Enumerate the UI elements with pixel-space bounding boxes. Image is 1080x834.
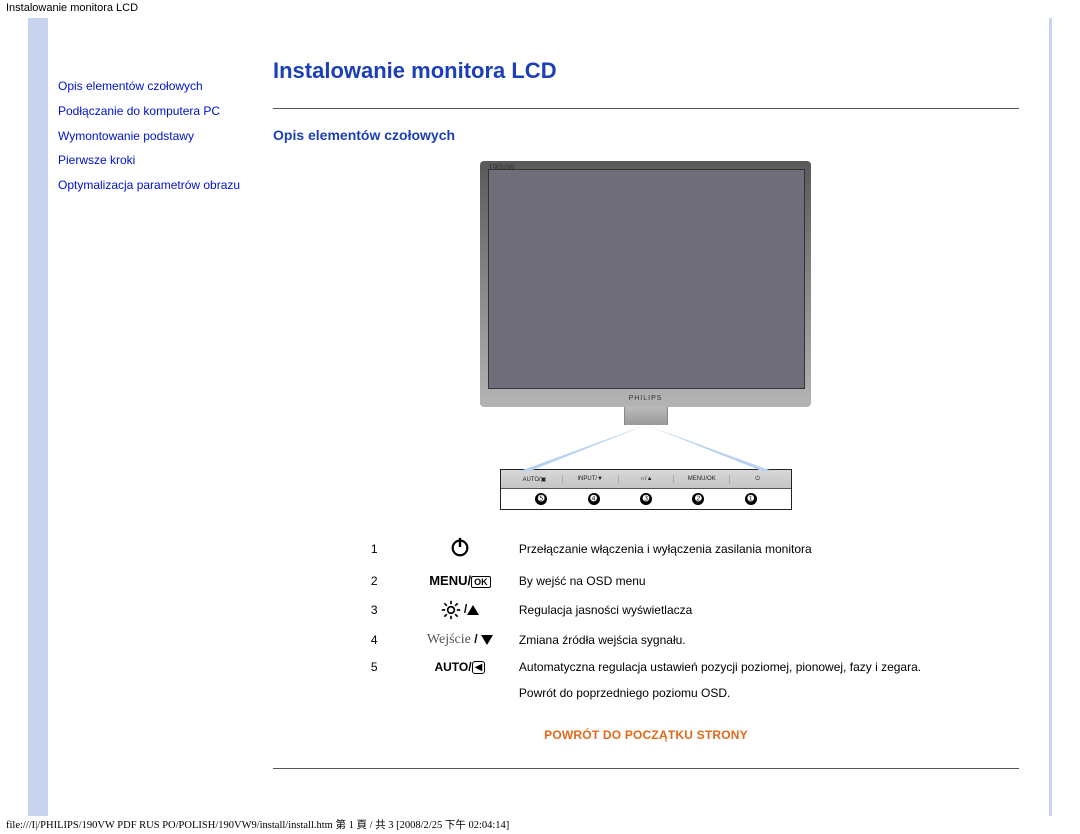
return-to-top-link[interactable]: POWRÓT DO POCZĄTKU STRONY: [273, 728, 1019, 742]
sidebar-item-remove-base[interactable]: Wymontowanie podstawy: [58, 128, 253, 145]
panel-label-2: MENU/OK: [673, 475, 729, 483]
monitor-bezel: 190VW PHILIPS: [480, 161, 811, 407]
panel-number-3: ➌: [640, 493, 652, 505]
table-row: 3 / Regulacja jasności wyświetlacza: [361, 594, 931, 626]
table-row: 4 Wejście / Zmiana źródła wejścia sygnał…: [361, 626, 931, 654]
footer-path: file:///I|/PHILIPS/190VW PDF RUS PO/POLI…: [6, 817, 509, 832]
table-row: Powrót do poprzedniego poziomu OSD.: [361, 680, 931, 706]
panel-label-3: ☼/▲: [618, 475, 674, 483]
menu-ok-icon: MENU/OK: [411, 567, 509, 594]
legend-desc-extra: Powrót do poprzedniego poziomu OSD.: [509, 680, 931, 706]
sidebar-item-first-steps[interactable]: Pierwsze kroki: [58, 152, 253, 169]
monitor-model-label: 190VW: [488, 163, 514, 172]
legend-num: 3: [361, 594, 411, 626]
legend-desc: Regulacja jasności wyświetlacza: [509, 594, 931, 626]
legend-num: 4: [361, 626, 411, 654]
auto-back-icon: AUTO/◀: [411, 654, 509, 680]
section-title: Opis elementów czołowych: [273, 127, 1019, 143]
button-panel: AUTO/▣ INPUT/▼ ☼/▲ MENU/OK ⏻ ➎ ➍ ➌ ➋ ➊: [500, 469, 792, 510]
legend-desc: Automatyczna regulacja ustawień pozycji …: [509, 654, 931, 680]
button-legend-table: 1 Przełączanie włączenia i wyłączenia za…: [361, 530, 931, 706]
legend-desc: Zmiana źródła wejścia sygnału.: [509, 626, 931, 654]
page-title: Instalowanie monitora LCD: [273, 58, 1019, 84]
doc-header-title: Instalowanie monitora LCD: [0, 0, 1080, 16]
legend-num: 2: [361, 567, 411, 594]
table-row: 1 Przełączanie włączenia i wyłączenia za…: [361, 530, 931, 567]
panel-number-1: ➊: [745, 493, 757, 505]
panel-number-2: ➋: [692, 493, 704, 505]
monitor-logo: PHILIPS: [629, 395, 663, 402]
divider-bottom: [273, 768, 1019, 769]
button-panel-numbers: ➎ ➍ ➌ ➋ ➊: [501, 489, 791, 509]
monitor-screen: [488, 169, 805, 389]
panel-label-1: ⏻: [729, 475, 785, 484]
legend-num: 1: [361, 530, 411, 567]
power-icon: [411, 530, 509, 567]
table-row: 5 AUTO/◀ Automatyczna regulacja ustawień…: [361, 654, 931, 680]
content-area: Instalowanie monitora LCD Opis elementów…: [263, 18, 1049, 816]
table-row: 2 MENU/OK By wejść na OSD menu: [361, 567, 931, 594]
brightness-up-icon: /: [411, 594, 509, 626]
monitor-illustration: 190VW PHILIPS AUTO/▣ INPUT/▼ ☼/▲: [273, 161, 1019, 510]
panel-label-5: AUTO/▣: [507, 475, 562, 484]
divider-top: [273, 108, 1019, 109]
legend-desc: Przełączanie włączenia i wyłączenia zasi…: [509, 530, 931, 567]
input-down-icon: Wejście /: [411, 626, 509, 654]
panel-number-4: ➍: [588, 493, 600, 505]
sidebar-item-connect-pc[interactable]: Podłączanie do komputera PC: [58, 103, 253, 120]
legend-num: 5: [361, 654, 411, 680]
light-beams-icon: [480, 425, 812, 471]
sidebar-item-front-desc[interactable]: Opis elementów czołowych: [58, 78, 253, 95]
page-frame: Opis elementów czołowych Podłączanie do …: [28, 18, 1052, 816]
button-panel-labels: AUTO/▣ INPUT/▼ ☼/▲ MENU/OK ⏻: [501, 470, 791, 489]
sidebar-item-optimize[interactable]: Optymalizacja parametrów obrazu: [58, 177, 253, 194]
panel-label-4: INPUT/▼: [562, 475, 618, 483]
legend-desc: By wejść na OSD menu: [509, 567, 931, 594]
monitor-neck: [624, 407, 668, 425]
panel-number-5: ➎: [535, 493, 547, 505]
sidebar: Opis elementów czołowych Podłączanie do …: [48, 18, 263, 816]
